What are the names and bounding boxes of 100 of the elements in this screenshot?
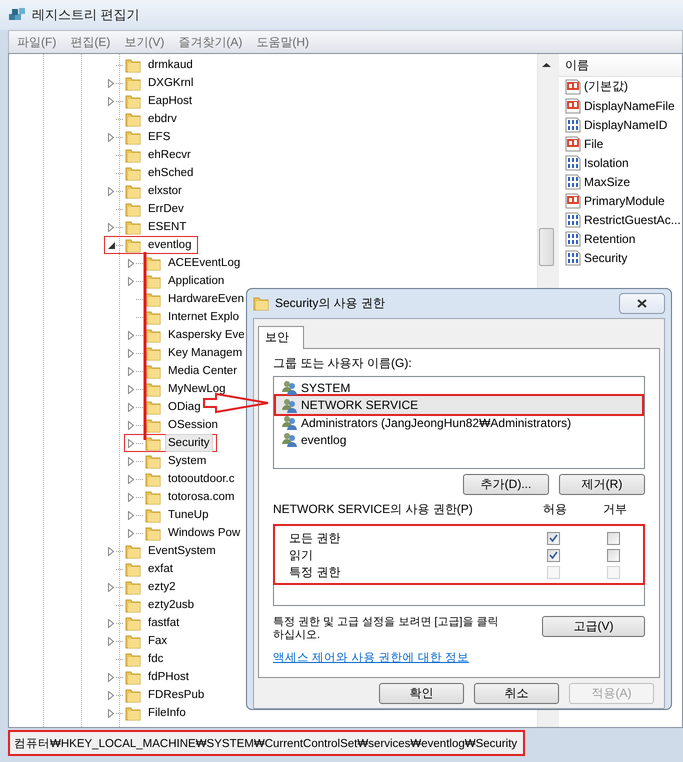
tree-item[interactable]: MyNewLog — [165, 380, 229, 398]
tree-item[interactable]: Fax — [145, 632, 170, 650]
close-button[interactable] — [619, 293, 665, 314]
expand-arrow-icon[interactable] — [128, 384, 134, 394]
tree-item[interactable]: drmkaud — [145, 56, 196, 74]
checkbox[interactable] — [606, 532, 620, 545]
expand-arrow-icon[interactable] — [128, 528, 134, 538]
value-name[interactable]: DisplayNameID — [584, 118, 668, 132]
folder-icon — [125, 130, 141, 144]
tree-item[interactable]: Windows Pow — [165, 524, 244, 542]
value-name[interactable]: PrimaryModule — [584, 194, 665, 208]
expand-arrow-icon[interactable] — [128, 474, 134, 484]
tree-item[interactable]: ErrDev — [145, 200, 187, 218]
value-name[interactable]: Isolation — [584, 156, 629, 170]
advanced-button[interactable]: 고급(V) — [542, 616, 645, 637]
checkbox[interactable] — [546, 532, 560, 545]
checkbox[interactable] — [606, 549, 620, 562]
tree-item[interactable]: ehSched — [145, 164, 196, 182]
scroll-up-arrow-icon[interactable] — [542, 62, 551, 68]
dialog-button[interactable]: 추가(D)... — [463, 474, 549, 495]
tree-item[interactable]: Security — [165, 434, 213, 452]
tree-item[interactable]: System — [165, 452, 210, 470]
tree-item[interactable]: EventSystem — [145, 542, 219, 560]
tree-item[interactable]: ezty2usb — [145, 596, 198, 614]
expand-arrow-icon[interactable] — [128, 438, 134, 448]
tree-item[interactable]: fastfat — [145, 614, 182, 632]
menu-item[interactable]: 도움말(H) — [256, 34, 309, 50]
user-item[interactable]: NETWORK SERVICE — [274, 394, 644, 416]
user-item[interactable]: eventlog — [274, 431, 644, 448]
expand-arrow-icon[interactable] — [128, 420, 134, 430]
collapse-arrow-icon[interactable] — [108, 242, 114, 248]
tree-item[interactable]: ESENT — [145, 218, 190, 236]
tree-item[interactable]: eventlog — [145, 236, 194, 254]
expand-arrow-icon[interactable] — [108, 636, 114, 646]
scroll-thumb[interactable] — [539, 228, 554, 266]
expand-arrow-icon[interactable] — [108, 690, 114, 700]
tree-item[interactable]: exfat — [145, 560, 176, 578]
tree-item[interactable]: ezty2 — [145, 578, 178, 596]
tree-item[interactable]: OSession — [165, 416, 221, 434]
expand-arrow-icon[interactable] — [128, 366, 134, 376]
expand-arrow-icon[interactable] — [108, 708, 114, 718]
tree-item[interactable]: ODiag — [165, 398, 204, 416]
expand-arrow-icon[interactable] — [128, 348, 134, 358]
expand-arrow-icon[interactable] — [108, 618, 114, 628]
checkbox[interactable] — [546, 549, 560, 562]
dialog-button[interactable]: 취소 — [474, 683, 559, 704]
tree-item[interactable]: ebdrv — [145, 110, 180, 128]
expand-arrow-icon[interactable] — [128, 402, 134, 412]
tree-item[interactable]: ACEEventLog — [165, 254, 244, 272]
expand-arrow-icon[interactable] — [108, 186, 114, 196]
expand-arrow-icon[interactable] — [128, 258, 134, 268]
dialog-button[interactable]: 제거(R) — [559, 474, 645, 495]
expand-arrow-icon[interactable] — [128, 456, 134, 466]
folder-icon — [125, 544, 141, 558]
tree-item[interactable]: Key Managem — [165, 344, 246, 362]
tree-item[interactable]: DXGKrnl — [145, 74, 196, 92]
expand-arrow-icon[interactable] — [108, 546, 114, 556]
value-name[interactable]: File — [584, 136, 604, 150]
tree-item[interactable]: fdPHost — [145, 668, 192, 686]
tree-item[interactable]: HardwareEven — [165, 290, 248, 308]
value-name[interactable]: Retention — [584, 232, 636, 246]
menu-item[interactable]: 편집(E) — [70, 34, 110, 50]
value-name[interactable]: DisplayNameFile — [584, 98, 675, 112]
value-name[interactable]: MaxSize — [584, 174, 630, 188]
tree-item[interactable]: EapHost — [145, 92, 196, 110]
expand-arrow-icon[interactable] — [128, 510, 134, 520]
tree-item[interactable]: Application — [165, 272, 228, 290]
dialog-button[interactable]: 확인 — [379, 683, 464, 704]
tree-item[interactable]: fdc — [145, 650, 166, 668]
tree-item[interactable]: EFS — [145, 128, 174, 146]
expand-arrow-icon[interactable] — [108, 582, 114, 592]
expand-arrow-icon[interactable] — [108, 132, 114, 142]
value-name[interactable]: RestrictGuestAc... — [584, 212, 681, 226]
tree-item[interactable]: FDResPub — [145, 686, 208, 704]
value-name[interactable]: Security — [584, 250, 628, 264]
menu-item[interactable]: 즐겨찾기(A) — [178, 34, 242, 50]
menu-item[interactable]: 파일(F) — [17, 34, 56, 50]
user-item[interactable]: Administrators (JangJeongHun82₩Administrators) — [274, 414, 644, 431]
expand-arrow-icon[interactable] — [108, 222, 114, 232]
tab[interactable]: 보안 — [258, 326, 304, 349]
expand-arrow-icon[interactable] — [128, 330, 134, 340]
expand-arrow-icon[interactable] — [108, 78, 114, 88]
tree-item[interactable]: totorosa.com — [165, 488, 238, 506]
column-header: 거부 — [602, 501, 628, 518]
tree-item[interactable]: Media Center — [165, 362, 240, 380]
tree-item[interactable]: Kaspersky Eve — [165, 326, 248, 344]
help-link[interactable]: 액세스 제어와 사용 권한에 대한 정보 — [273, 650, 469, 665]
expand-arrow-icon[interactable] — [128, 276, 134, 286]
tree-item[interactable]: FileInfo — [145, 704, 189, 722]
expand-arrow-icon[interactable] — [108, 672, 114, 682]
tree-item[interactable]: elxstor — [145, 182, 185, 200]
tree-item[interactable]: TuneUp — [165, 506, 212, 524]
user-item[interactable]: SYSTEM — [274, 379, 644, 396]
value-name[interactable]: (기본값) — [584, 78, 628, 95]
tree-item[interactable]: ehRecvr — [145, 146, 194, 164]
menu-item[interactable]: 보기(V) — [124, 34, 164, 50]
expand-arrow-icon[interactable] — [128, 492, 134, 502]
tree-item[interactable]: totooutdoor.c — [165, 470, 238, 488]
tree-item[interactable]: Internet Explo — [165, 308, 242, 326]
expand-arrow-icon[interactable] — [108, 96, 114, 106]
